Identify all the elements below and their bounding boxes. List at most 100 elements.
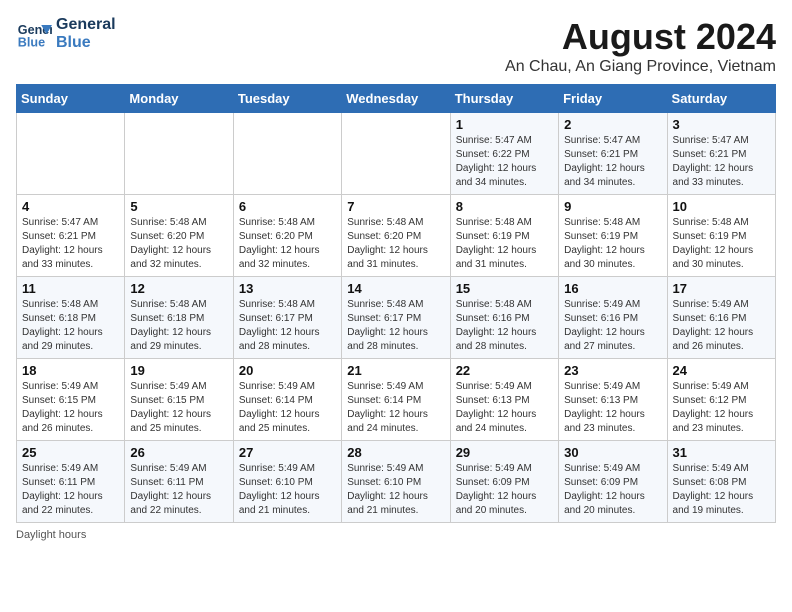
cell-content: Sunrise: 5:49 AM Sunset: 6:16 PM Dayligh… xyxy=(673,298,770,354)
day-number: 23 xyxy=(564,363,661,378)
day-number: 18 xyxy=(22,363,119,378)
day-number: 30 xyxy=(564,445,661,460)
day-number: 15 xyxy=(456,281,553,296)
calendar-cell: 27 Sunrise: 5:49 AM Sunset: 6:10 PM Dayli… xyxy=(233,441,341,523)
cell-content: Sunrise: 5:48 AM Sunset: 6:17 PM Dayligh… xyxy=(239,298,336,354)
calendar-cell: 10Sunrise: 5:48 AM Sunset: 6:19 PM Dayli… xyxy=(667,195,775,277)
weekday-header-sunday: Sunday xyxy=(17,85,125,113)
cell-content: Sunrise: 5:48 AM Sunset: 6:20 PM Dayligh… xyxy=(130,216,227,272)
cell-content: Sunrise: 5:48 AM Sunset: 6:18 PM Dayligh… xyxy=(130,298,227,354)
cell-content: Sunrise: 5:49 AM Sunset: 6:15 PM Dayligh… xyxy=(22,380,119,436)
calendar-cell: 25 Sunrise: 5:49 AM Sunset: 6:11 PM Dayli… xyxy=(17,441,125,523)
day-number: 19 xyxy=(130,363,227,378)
cell-content: Sunrise: 5:49 AM Sunset: 6:16 PM Dayligh… xyxy=(564,298,661,354)
calendar-cell: 6 Sunrise: 5:48 AM Sunset: 6:20 PM Daylig… xyxy=(233,195,341,277)
cell-content: Sunrise: 5:48 AM Sunset: 6:20 PM Dayligh… xyxy=(239,216,336,272)
cell-content: Sunrise: 5:49 AM Sunset: 6:13 PM Dayligh… xyxy=(456,380,553,436)
cell-content: Sunrise: 5:48 AM Sunset: 6:16 PM Dayligh… xyxy=(456,298,553,354)
day-number: 24 xyxy=(673,363,770,378)
header: General Blue General Blue August 2024 An… xyxy=(16,16,776,76)
cell-content: Sunrise: 5:48 AM Sunset: 6:17 PM Dayligh… xyxy=(347,298,444,354)
weekday-header-monday: Monday xyxy=(125,85,233,113)
title-area: August 2024 An Chau, An Giang Province, … xyxy=(505,16,776,76)
day-number: 31 xyxy=(673,445,770,460)
weekday-header-saturday: Saturday xyxy=(667,85,775,113)
calendar-cell: 5 Sunrise: 5:48 AM Sunset: 6:20 PM Daylig… xyxy=(125,195,233,277)
weekday-header-thursday: Thursday xyxy=(450,85,558,113)
day-number: 5 xyxy=(130,199,227,214)
calendar-cell: 24 Sunrise: 5:49 AM Sunset: 6:12 PM Dayli… xyxy=(667,359,775,441)
calendar-cell xyxy=(342,113,450,195)
logo-blue: Blue xyxy=(56,34,116,52)
day-number: 20 xyxy=(239,363,336,378)
calendar-cell: 21Sunrise: 5:49 AM Sunset: 6:14 PM Dayli… xyxy=(342,359,450,441)
cell-content: Sunrise: 5:49 AM Sunset: 6:09 PM Dayligh… xyxy=(564,462,661,518)
day-number: 13 xyxy=(239,281,336,296)
day-number: 26 xyxy=(130,445,227,460)
weekday-header-wednesday: Wednesday xyxy=(342,85,450,113)
week-row-1: 1 Sunrise: 5:47 AM Sunset: 6:22 PM Daylig… xyxy=(17,113,776,195)
calendar-cell: 28 Sunrise: 5:49 AM Sunset: 6:10 PM Dayli… xyxy=(342,441,450,523)
cell-content: Sunrise: 5:49 AM Sunset: 6:08 PM Dayligh… xyxy=(673,462,770,518)
day-number: 4 xyxy=(22,199,119,214)
calendar-cell: 30 Sunrise: 5:49 AM Sunset: 6:09 PM Dayli… xyxy=(559,441,667,523)
calendar-cell: 9 Sunrise: 5:48 AM Sunset: 6:19 PM Daylig… xyxy=(559,195,667,277)
calendar-cell: 11Sunrise: 5:48 AM Sunset: 6:18 PM Dayli… xyxy=(17,277,125,359)
logo: General Blue General Blue xyxy=(16,16,116,52)
cell-content: Sunrise: 5:49 AM Sunset: 6:15 PM Dayligh… xyxy=(130,380,227,436)
cell-content: Sunrise: 5:49 AM Sunset: 6:11 PM Dayligh… xyxy=(22,462,119,518)
cell-content: Sunrise: 5:47 AM Sunset: 6:21 PM Dayligh… xyxy=(22,216,119,272)
day-number: 10 xyxy=(673,199,770,214)
cell-content: Sunrise: 5:48 AM Sunset: 6:20 PM Dayligh… xyxy=(347,216,444,272)
cell-content: Sunrise: 5:49 AM Sunset: 6:11 PM Dayligh… xyxy=(130,462,227,518)
day-number: 2 xyxy=(564,117,661,132)
month-title: August 2024 xyxy=(505,16,776,58)
day-number: 28 xyxy=(347,445,444,460)
day-number: 8 xyxy=(456,199,553,214)
cell-content: Sunrise: 5:48 AM Sunset: 6:19 PM Dayligh… xyxy=(456,216,553,272)
calendar-table: SundayMondayTuesdayWednesdayThursdayFrid… xyxy=(16,84,776,523)
footer: Daylight hours xyxy=(16,529,776,541)
calendar-cell: 23Sunrise: 5:49 AM Sunset: 6:13 PM Dayli… xyxy=(559,359,667,441)
calendar-cell: 14 Sunrise: 5:48 AM Sunset: 6:17 PM Dayli… xyxy=(342,277,450,359)
cell-content: Sunrise: 5:47 AM Sunset: 6:21 PM Dayligh… xyxy=(564,134,661,190)
calendar-cell: 16Sunrise: 5:49 AM Sunset: 6:16 PM Dayli… xyxy=(559,277,667,359)
day-number: 6 xyxy=(239,199,336,214)
calendar-cell: 31 Sunrise: 5:49 AM Sunset: 6:08 PM Dayli… xyxy=(667,441,775,523)
cell-content: Sunrise: 5:49 AM Sunset: 6:14 PM Dayligh… xyxy=(239,380,336,436)
daylight-label: Daylight hours xyxy=(16,529,86,541)
week-row-3: 11Sunrise: 5:48 AM Sunset: 6:18 PM Dayli… xyxy=(17,277,776,359)
cell-content: Sunrise: 5:49 AM Sunset: 6:10 PM Dayligh… xyxy=(347,462,444,518)
day-number: 14 xyxy=(347,281,444,296)
week-row-2: 4 Sunrise: 5:47 AM Sunset: 6:21 PM Daylig… xyxy=(17,195,776,277)
week-row-5: 25 Sunrise: 5:49 AM Sunset: 6:11 PM Dayli… xyxy=(17,441,776,523)
day-number: 25 xyxy=(22,445,119,460)
calendar-cell: 18 Sunrise: 5:49 AM Sunset: 6:15 PM Dayli… xyxy=(17,359,125,441)
calendar-cell: 19 Sunrise: 5:49 AM Sunset: 6:15 PM Dayli… xyxy=(125,359,233,441)
cell-content: Sunrise: 5:49 AM Sunset: 6:10 PM Dayligh… xyxy=(239,462,336,518)
calendar-cell: 12 Sunrise: 5:48 AM Sunset: 6:18 PM Dayli… xyxy=(125,277,233,359)
weekday-header-friday: Friday xyxy=(559,85,667,113)
calendar-body: 1 Sunrise: 5:47 AM Sunset: 6:22 PM Daylig… xyxy=(17,113,776,523)
weekday-header-tuesday: Tuesday xyxy=(233,85,341,113)
day-number: 27 xyxy=(239,445,336,460)
calendar-cell: 17Sunrise: 5:49 AM Sunset: 6:16 PM Dayli… xyxy=(667,277,775,359)
calendar-cell: 20 Sunrise: 5:49 AM Sunset: 6:14 PM Dayli… xyxy=(233,359,341,441)
cell-content: Sunrise: 5:47 AM Sunset: 6:22 PM Dayligh… xyxy=(456,134,553,190)
day-number: 22 xyxy=(456,363,553,378)
calendar-cell: 8 Sunrise: 5:48 AM Sunset: 6:19 PM Daylig… xyxy=(450,195,558,277)
cell-content: Sunrise: 5:49 AM Sunset: 6:12 PM Dayligh… xyxy=(673,380,770,436)
cell-content: Sunrise: 5:48 AM Sunset: 6:19 PM Dayligh… xyxy=(564,216,661,272)
cell-content: Sunrise: 5:48 AM Sunset: 6:18 PM Dayligh… xyxy=(22,298,119,354)
weekday-header-row: SundayMondayTuesdayWednesdayThursdayFrid… xyxy=(17,85,776,113)
calendar-cell: 13 Sunrise: 5:48 AM Sunset: 6:17 PM Dayli… xyxy=(233,277,341,359)
calendar-cell xyxy=(233,113,341,195)
location-title: An Chau, An Giang Province, Vietnam xyxy=(505,58,776,76)
day-number: 12 xyxy=(130,281,227,296)
calendar-cell: 7Sunrise: 5:48 AM Sunset: 6:20 PM Daylig… xyxy=(342,195,450,277)
day-number: 1 xyxy=(456,117,553,132)
day-number: 9 xyxy=(564,199,661,214)
calendar-cell: 29Sunrise: 5:49 AM Sunset: 6:09 PM Dayli… xyxy=(450,441,558,523)
cell-content: Sunrise: 5:49 AM Sunset: 6:09 PM Dayligh… xyxy=(456,462,553,518)
day-number: 3 xyxy=(673,117,770,132)
